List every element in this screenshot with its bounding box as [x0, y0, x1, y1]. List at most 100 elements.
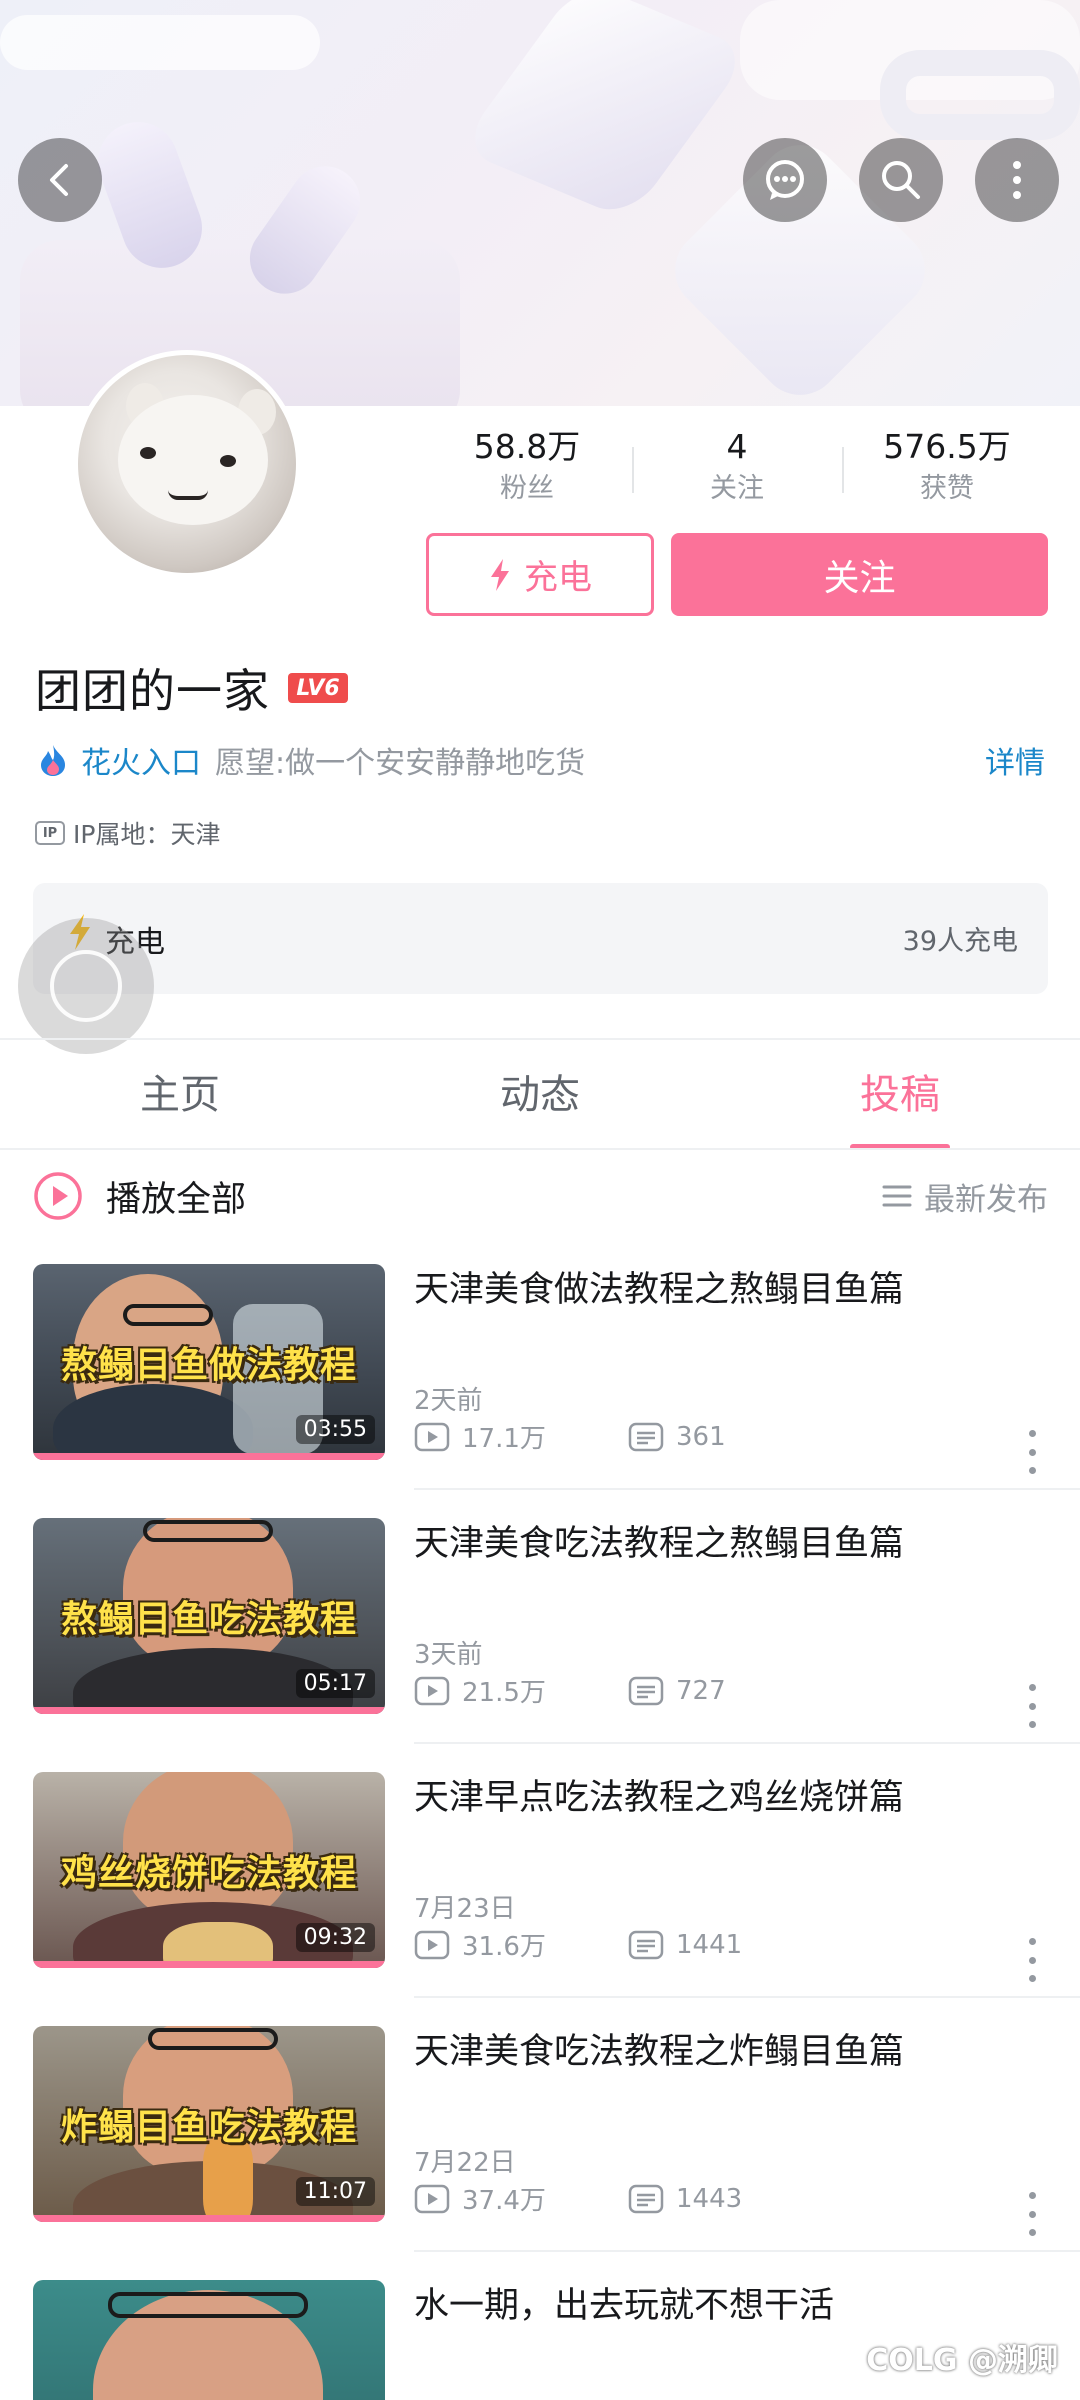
sort-label: 最新发布	[924, 1181, 1048, 1218]
sort-icon	[882, 1185, 912, 1207]
tab-dynamics[interactable]: 动态	[360, 1040, 720, 1150]
comment-count: 1443	[676, 2183, 743, 2214]
spark-entry-link[interactable]: 花火入口	[81, 738, 201, 782]
comment-count: 1441	[676, 1929, 743, 1960]
kebab-icon[interactable]	[1022, 1938, 1042, 1982]
back-icon	[50, 164, 68, 196]
video-date: 7月23日	[414, 1894, 516, 1924]
signature-row: 花火入口 愿望:做一个安安静静地吃货 详情	[35, 738, 1045, 782]
search-button[interactable]	[859, 138, 943, 222]
video-meta: 21.5万 727	[414, 1672, 1054, 1709]
avatar[interactable]	[73, 350, 301, 578]
video-item[interactable]: 炸鳎目鱼吃法教程 11:07 天津美食吃法教程之炸鳎目鱼篇 7月22日 37.4…	[0, 2026, 1080, 2280]
divider	[0, 1148, 1080, 1150]
comment-icon	[628, 1676, 664, 1705]
video-thumbnail[interactable]: 炸鳎目鱼吃法教程 11:07	[33, 2026, 385, 2222]
video-thumbnail[interactable]: 鸡丝烧饼吃法教程 09:32	[33, 1772, 385, 1968]
stat-fans[interactable]: 58.8万 粉丝	[422, 425, 632, 515]
video-title: 天津早点吃法教程之鸡丝烧饼篇	[414, 1778, 905, 1818]
stat-value: 576.5万	[883, 427, 1011, 466]
play-count-icon	[414, 1676, 450, 1705]
video-duration: 05:17	[295, 1669, 375, 1698]
message-button[interactable]	[743, 138, 827, 222]
video-duration: 09:32	[295, 1923, 375, 1952]
user-name: 团团的一家	[35, 664, 270, 718]
watermark: COLG @溯卿	[866, 2343, 1058, 2378]
ip-row: IP IP属地：天津	[35, 815, 220, 851]
message-icon	[766, 160, 804, 200]
thumbnail-caption: 炸鳎目鱼吃法教程	[60, 2107, 357, 2148]
video-duration: 11:07	[295, 2177, 375, 2206]
kebab-icon[interactable]	[1022, 1684, 1042, 1728]
detail-link[interactable]: 详情	[985, 738, 1045, 782]
thumbnail-caption: 鸡丝烧饼吃法教程	[60, 1853, 357, 1894]
video-title: 天津美食吃法教程之炸鳎目鱼篇	[414, 2032, 905, 2072]
ip-location: IP属地：天津	[73, 820, 221, 849]
play-count: 31.6万	[462, 1932, 546, 1962]
video-item[interactable]: 鸡丝烧饼吃法教程 09:32 天津早点吃法教程之鸡丝烧饼篇 7月23日 31.6…	[0, 1772, 1080, 2026]
search-icon	[882, 161, 920, 199]
video-meta: 17.1万 361	[414, 1418, 1054, 1455]
video-meta: 37.4万 1443	[414, 2180, 1054, 2217]
thumbnail-caption: 熬鳎目鱼做法教程	[60, 1345, 357, 1386]
charge-button[interactable]: 充电	[426, 533, 654, 616]
more-button[interactable]	[975, 138, 1059, 222]
play-all-row: 播放全部 最新发布	[32, 1165, 1048, 1227]
video-thumbnail[interactable]: 熬鳎目鱼做法教程 03:55	[33, 1264, 385, 1460]
kebab-icon[interactable]	[1022, 1430, 1042, 1474]
stat-label: 关注	[710, 473, 764, 504]
stat-label: 获赞	[920, 473, 974, 504]
charge-count: 39人充电	[902, 926, 1018, 957]
signature-text: 愿望:做一个安安静静地吃货	[215, 746, 586, 781]
charge-button-label: 充电	[524, 558, 592, 598]
tab-uploads[interactable]: 投稿	[720, 1040, 1080, 1150]
video-duration: 03:55	[295, 1415, 375, 1444]
spark-icon	[41, 745, 65, 776]
video-title: 水一期，出去玩就不想干活	[414, 2286, 835, 2326]
tab-home[interactable]: 主页	[0, 1040, 360, 1150]
play-circle-icon[interactable]	[32, 1170, 84, 1222]
video-title: 天津美食吃法教程之熬鳎目鱼篇	[414, 1524, 905, 1564]
sort-button[interactable]: 最新发布	[882, 1174, 1048, 1219]
comment-count: 361	[676, 1421, 726, 1452]
kebab-icon[interactable]	[1022, 2192, 1042, 2236]
level-badge: LV6	[288, 673, 348, 703]
play-count: 21.5万	[462, 1678, 546, 1708]
stat-following[interactable]: 4 关注	[632, 425, 842, 515]
video-meta: 31.6万 1441	[414, 1926, 1054, 1963]
video-date: 3天前	[414, 1640, 483, 1670]
video-thumbnail[interactable]	[33, 2280, 385, 2400]
ip-icon: IP	[35, 821, 65, 845]
play-count-icon	[414, 1422, 450, 1451]
stat-value: 58.8万	[473, 427, 581, 466]
comment-icon	[628, 1422, 664, 1451]
tab-bar: 主页 动态 投稿	[0, 1040, 1080, 1150]
follow-button-label: 关注	[823, 557, 896, 599]
video-thumbnail[interactable]: 熬鳎目鱼吃法教程 05:17	[33, 1518, 385, 1714]
comment-count: 727	[676, 1675, 726, 1706]
play-count-icon	[414, 1930, 450, 1959]
floating-ball-button[interactable]	[18, 918, 154, 1054]
follow-button[interactable]: 关注	[671, 533, 1048, 616]
comment-icon	[628, 2184, 664, 2213]
video-date: 2天前	[414, 1386, 483, 1416]
back-button[interactable]	[18, 138, 102, 222]
stat-value: 4	[726, 427, 748, 466]
profile-stats: 58.8万 粉丝 4 关注 576.5万 获赞	[422, 425, 1052, 515]
more-icon	[1013, 161, 1021, 199]
video-title: 天津美食做法教程之熬鳎目鱼篇	[414, 1270, 905, 1310]
video-date: 7月22日	[414, 2148, 516, 2178]
video-item[interactable]: 熬鳎目鱼吃法教程 05:17 天津美食吃法教程之熬鳎目鱼篇 3天前 21.5万 …	[0, 1518, 1080, 1772]
charge-panel[interactable]: 充电 39人充电	[33, 883, 1048, 994]
thumbnail-caption: 熬鳎目鱼吃法教程	[60, 1599, 357, 1640]
lightning-icon	[491, 558, 509, 591]
play-count-icon	[414, 2184, 450, 2213]
play-count: 17.1万	[462, 1424, 546, 1454]
video-item[interactable]: 熬鳎目鱼做法教程 03:55 天津美食做法教程之熬鳎目鱼篇 2天前 17.1万 …	[0, 1264, 1080, 1518]
play-all-button[interactable]: 播放全部	[106, 1171, 246, 1222]
play-count: 37.4万	[462, 2186, 546, 2216]
stat-likes[interactable]: 576.5万 获赞	[842, 425, 1052, 515]
comment-icon	[628, 1930, 664, 1959]
stat-label: 粉丝	[500, 473, 554, 504]
name-row: 团团的一家 LV6	[35, 655, 348, 721]
